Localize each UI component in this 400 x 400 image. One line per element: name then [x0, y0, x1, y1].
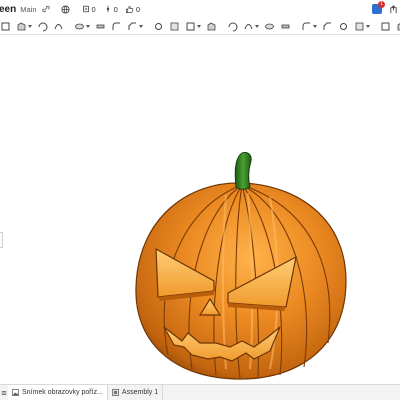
chevron-down-icon[interactable] — [139, 24, 143, 28]
pattern-icon — [228, 22, 238, 31]
chevron-down-icon[interactable] — [86, 24, 90, 28]
thicken-tool-button[interactable] — [95, 18, 106, 34]
loft-tool-button[interactable] — [74, 18, 90, 34]
thicken-icon — [96, 24, 105, 28]
split-icon — [281, 24, 290, 28]
plane-icon — [323, 22, 331, 30]
feature-panel-toggle[interactable] — [0, 232, 3, 248]
helix-tool-button[interactable] — [338, 18, 349, 34]
transform-tool-button[interactable] — [301, 18, 317, 34]
share-icon[interactable] — [388, 4, 398, 14]
mate-connector-icon — [355, 22, 364, 30]
loft-icon — [75, 23, 84, 29]
thumbs-up-icon — [125, 4, 135, 14]
notifications-badge: 1 — [378, 1, 385, 8]
hole-tool-button[interactable] — [153, 18, 164, 34]
split-tool-button[interactable] — [280, 18, 291, 34]
tab-assembly[interactable]: Assembly 1 — [108, 385, 164, 400]
graphics-viewport[interactable] — [0, 35, 400, 384]
notifications-icon[interactable]: 1 — [372, 1, 385, 14]
branches-counter[interactable]: 0 — [103, 4, 118, 14]
rib-icon — [207, 22, 216, 30]
versions-icon — [81, 4, 91, 14]
revolve-tool-button[interactable] — [37, 18, 48, 34]
pumpkin-model[interactable] — [130, 147, 354, 387]
branch-icon — [103, 4, 113, 14]
image-icon — [12, 389, 19, 396]
sweep-tool-button[interactable] — [53, 18, 64, 34]
mirror-tool-button[interactable] — [243, 18, 259, 34]
transform-icon — [302, 22, 310, 30]
app-window: een Main 0 0 0 1 Snímek obrazovky poříz.… — [0, 0, 400, 400]
feature-toolbar — [0, 18, 400, 35]
draft-tool-button[interactable] — [185, 18, 201, 34]
boolean-tool-button[interactable] — [264, 18, 275, 34]
draft-icon — [186, 22, 195, 30]
extrude-tool-button[interactable] — [16, 18, 32, 34]
sketch-tool-button[interactable] — [0, 18, 11, 34]
sweep-icon — [54, 23, 63, 29]
globe-icon[interactable] — [61, 4, 71, 14]
tab-image[interactable]: Snímek obrazovky poříz... — [8, 385, 108, 400]
rib-tool-button[interactable] — [206, 18, 217, 34]
hole-icon — [155, 22, 162, 30]
branch-label[interactable]: Main — [20, 5, 36, 14]
tab-list-menu-icon[interactable] — [0, 385, 8, 400]
shell-icon — [170, 22, 179, 30]
link-icon[interactable] — [41, 4, 51, 14]
versions-counter[interactable]: 0 — [81, 4, 96, 14]
extrude-icon — [17, 22, 26, 30]
sketch-icon — [1, 22, 10, 30]
fillet-icon — [112, 22, 120, 30]
finder-icon — [397, 22, 400, 30]
branches-count: 0 — [113, 4, 118, 14]
bottom-tab-bar: Snímek obrazovky poříz... Assembly 1 — [0, 384, 400, 400]
chamfer-tool-button[interactable] — [127, 18, 143, 34]
helix-icon — [340, 22, 347, 30]
mate-connector-tool-button[interactable] — [354, 18, 370, 34]
chevron-down-icon[interactable] — [366, 24, 370, 28]
pumpkin-stem — [234, 152, 252, 190]
chamfer-icon — [128, 22, 136, 30]
chevron-down-icon[interactable] — [28, 24, 32, 28]
document-title[interactable]: een — [0, 4, 16, 15]
variable-icon — [381, 22, 390, 30]
tab-label: Snímek obrazovky poříz... — [22, 389, 103, 396]
titlebar-right: 1 — [372, 0, 400, 18]
mirror-icon — [244, 23, 253, 29]
assembly-icon — [112, 389, 119, 396]
document-titlebar: een Main 0 0 0 1 — [0, 0, 400, 18]
chevron-down-icon[interactable] — [197, 24, 201, 28]
variable-tool-button[interactable] — [380, 18, 391, 34]
pattern-tool-button[interactable] — [227, 18, 238, 34]
likes-count: 0 — [135, 4, 141, 14]
plane-tool-button[interactable] — [322, 18, 333, 34]
revolve-icon — [38, 22, 48, 31]
finder-tool-button[interactable] — [396, 18, 400, 34]
versions-count: 0 — [91, 4, 96, 14]
fillet-tool-button[interactable] — [111, 18, 122, 34]
tab-label: Assembly 1 — [121, 389, 159, 396]
shell-tool-button[interactable] — [169, 18, 180, 34]
chevron-down-icon[interactable] — [255, 24, 259, 28]
chevron-down-icon[interactable] — [313, 24, 317, 28]
boolean-icon — [265, 23, 274, 29]
likes-counter[interactable]: 0 — [125, 4, 140, 14]
